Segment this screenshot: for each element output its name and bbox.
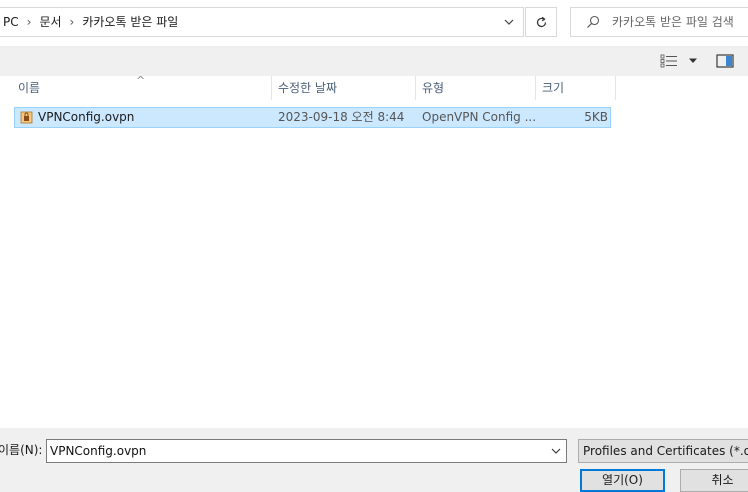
column-header-date[interactable]: 수정한 날짜 [278,76,337,100]
filename-combobox[interactable] [46,439,567,463]
file-row[interactable]: VPNConfig.ovpn 2023-09-18 오전 8:44 OpenVP… [14,107,611,128]
preview-pane-icon[interactable] [716,53,734,69]
file-type-filter-value: Profiles and Certificates (*.ovpn [583,444,748,458]
address-dropdown-button[interactable] [495,8,523,36]
filename-field[interactable] [50,443,540,459]
breadcrumb: PC › 문서 › 카카오톡 받은 파일 [3,8,178,36]
open-button[interactable]: 열기(O) [580,469,665,492]
column-divider[interactable] [535,76,536,100]
filename-dropdown-button[interactable] [546,440,566,462]
search-input[interactable]: 카카오톡 받은 파일 검색 [612,8,734,36]
file-date: 2023-09-18 오전 8:44 [278,110,405,124]
refresh-icon [536,16,546,27]
column-divider[interactable] [415,76,416,100]
search-icon [587,15,600,28]
column-divider[interactable] [271,76,272,100]
details-view-icon [660,54,677,68]
address-bar[interactable]: PC › 문서 › 카카오톡 받은 파일 [0,7,524,37]
ovpn-file-icon [20,111,33,124]
breadcrumb-separator[interactable]: › [70,8,75,36]
view-toolbar [0,46,748,76]
filename-label: 이름(N): [0,443,43,457]
column-header-type[interactable]: 유형 [422,76,444,100]
file-type-filter[interactable]: Profiles and Certificates (*.ovpn [578,439,748,463]
navigation-bar: PC › 문서 › 카카오톡 받은 파일 카카오톡 받은 파일 검색 [0,0,748,46]
change-view-button[interactable] [660,53,700,69]
file-size: 5KB [584,110,608,124]
file-list: ^ 이름 수정한 날짜 유형 크기 VPNConfig.ovpn 2023-09… [0,74,748,428]
search-box[interactable]: 카카오톡 받은 파일 검색 [570,7,748,37]
refresh-button[interactable] [525,7,557,37]
breadcrumb-item-documents[interactable]: 문서 [39,15,61,29]
chevron-down-icon [504,19,514,25]
chevron-down-icon [551,448,561,454]
column-header-size[interactable]: 크기 [542,76,564,100]
dialog-footer: 이름(N): Profiles and Certificates (*.ovpn… [0,428,748,492]
column-header-name[interactable]: 이름 [18,76,40,100]
breadcrumb-item-pc[interactable]: PC [3,15,19,29]
file-name: VPNConfig.ovpn [38,110,135,124]
column-divider[interactable] [615,76,616,100]
dropdown-arrow-icon [689,58,697,63]
breadcrumb-separator[interactable]: › [27,8,32,36]
breadcrumb-item-kakaotalk-files[interactable]: 카카오톡 받은 파일 [82,15,178,29]
sort-up-icon: ^ [136,74,146,87]
file-type: OpenVPN Config ... [422,110,537,124]
cancel-button[interactable]: 취소 [680,469,748,492]
